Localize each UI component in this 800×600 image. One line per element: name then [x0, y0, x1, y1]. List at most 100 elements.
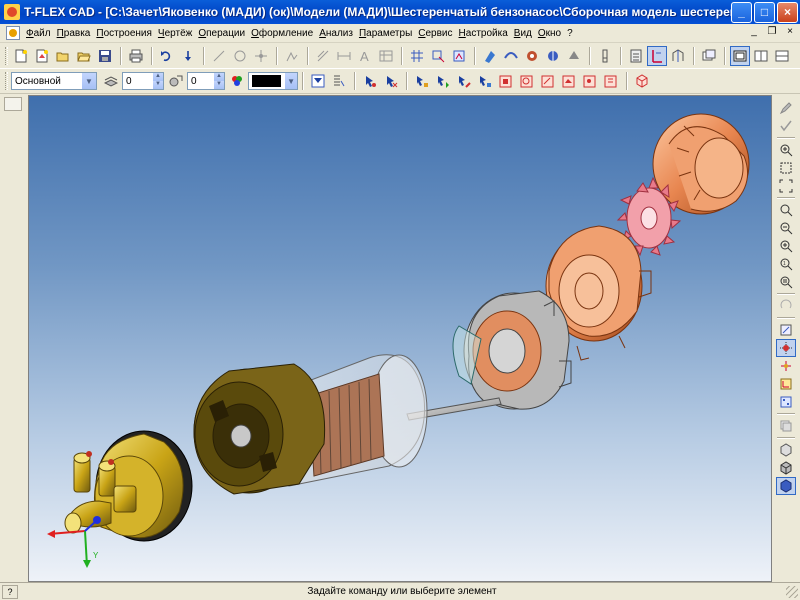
menu-parameters[interactable]: Параметры: [356, 28, 415, 39]
zoom-window-icon[interactable]: [776, 159, 796, 177]
zoom-out-icon[interactable]: [776, 201, 796, 219]
menu-edit[interactable]: Правка: [54, 28, 94, 39]
rotate-icon[interactable]: [522, 46, 542, 66]
select-operation-icon[interactable]: [601, 71, 621, 91]
view-icon[interactable]: [449, 46, 469, 66]
select-face-icon[interactable]: [475, 71, 495, 91]
status-help-button[interactable]: ?: [2, 584, 18, 599]
snap-icon[interactable]: [776, 339, 796, 357]
pipe-icon[interactable]: [501, 46, 521, 66]
window-icon[interactable]: [699, 46, 719, 66]
list-filter-icon[interactable]: [329, 71, 349, 91]
select-3d-icon[interactable]: [433, 71, 453, 91]
render-icon[interactable]: [776, 321, 796, 339]
toolbar-grip[interactable]: [5, 72, 8, 90]
shade-icon[interactable]: [776, 477, 796, 495]
menu-operations[interactable]: Операции: [195, 28, 248, 39]
deselect-icon[interactable]: [381, 71, 401, 91]
level-spinner[interactable]: ▲ ▼: [152, 73, 163, 89]
hole-icon[interactable]: [480, 46, 500, 66]
level-input[interactable]: 0 ▲ ▼: [122, 72, 164, 90]
tile-icon[interactable]: [751, 46, 771, 66]
select-2d-icon[interactable]: [412, 71, 432, 91]
extrude-icon[interactable]: [543, 46, 563, 66]
select-plane-icon[interactable]: [559, 71, 579, 91]
redo-icon[interactable]: [178, 46, 198, 66]
select-sketch-icon[interactable]: [580, 71, 600, 91]
chevron-down-icon[interactable]: ▼: [81, 73, 96, 89]
save-icon[interactable]: [95, 46, 115, 66]
menu-drawing[interactable]: Чертёж: [155, 28, 195, 39]
cascade-icon[interactable]: [772, 46, 792, 66]
coordinate-icon[interactable]: [776, 357, 796, 375]
check-icon[interactable]: [776, 117, 796, 135]
print-icon[interactable]: [126, 46, 146, 66]
select-body-icon[interactable]: [496, 71, 516, 91]
menu-window[interactable]: Окно: [535, 28, 564, 39]
undo-icon[interactable]: [157, 46, 177, 66]
light-icon[interactable]: [776, 441, 796, 459]
fillet-icon[interactable]: [595, 46, 615, 66]
menu-service[interactable]: Сервис: [415, 28, 455, 39]
grid-icon[interactable]: [407, 46, 427, 66]
zoom-fit-icon[interactable]: [776, 273, 796, 291]
calculator-icon[interactable]: [626, 46, 646, 66]
menu-construct[interactable]: Построения: [93, 28, 155, 39]
exploded-assembly-model[interactable]: Y: [29, 96, 772, 582]
zoom-prev-icon[interactable]: [776, 219, 796, 237]
menu-file[interactable]: Файл: [23, 28, 54, 39]
text-icon[interactable]: A: [355, 46, 375, 66]
mdi-restore-button[interactable]: ❐: [764, 25, 780, 39]
new-3d-icon[interactable]: [32, 46, 52, 66]
window-active-icon[interactable]: [730, 46, 750, 66]
open-icon[interactable]: [53, 46, 73, 66]
motor-end-cap-part[interactable]: [193, 363, 326, 495]
zoom-in-icon[interactable]: [776, 141, 796, 159]
zoom-real-icon[interactable]: 1: [776, 255, 796, 273]
app-logo-icon[interactable]: [4, 4, 20, 20]
mdi-close-button[interactable]: ×: [782, 25, 798, 39]
panel-toggle-button[interactable]: [4, 97, 22, 111]
dimension-icon[interactable]: [334, 46, 354, 66]
measure-icon[interactable]: [647, 46, 667, 66]
document-icon[interactable]: [6, 26, 20, 40]
select-edge-icon[interactable]: [454, 71, 474, 91]
menu-settings[interactable]: Настройка: [456, 28, 511, 39]
new-file-icon[interactable]: [11, 46, 31, 66]
revolve-icon[interactable]: [564, 46, 584, 66]
layer-select[interactable]: Основной ▼: [11, 72, 97, 90]
model-icon[interactable]: [668, 46, 688, 66]
pencil-icon[interactable]: [776, 99, 796, 117]
select-vertex-icon[interactable]: [517, 71, 537, 91]
filter-icon[interactable]: [308, 71, 328, 91]
3d-viewport[interactable]: Y: [28, 95, 772, 582]
table-icon[interactable]: [376, 46, 396, 66]
hatch-icon[interactable]: [313, 46, 333, 66]
chevron-down-icon[interactable]: ▼: [284, 73, 297, 89]
rotate-view-icon[interactable]: [776, 297, 796, 315]
menu-view[interactable]: Вид: [511, 28, 535, 39]
menu-help[interactable]: ?: [564, 28, 576, 39]
fit-all-icon[interactable]: [776, 177, 796, 195]
menu-format[interactable]: Оформление: [248, 28, 316, 39]
minimize-button[interactable]: _: [731, 1, 752, 23]
circle-icon[interactable]: [230, 46, 250, 66]
open-folder-icon[interactable]: [74, 46, 94, 66]
select-star-icon[interactable]: [360, 71, 380, 91]
line-icon[interactable]: [209, 46, 229, 66]
sketch-icon[interactable]: [282, 46, 302, 66]
resize-grip-icon[interactable]: [786, 585, 798, 598]
color-select[interactable]: ▼: [248, 72, 298, 90]
connector-base-part[interactable]: [64, 430, 193, 542]
maximize-button[interactable]: □: [754, 1, 775, 23]
toolbar-grip[interactable]: [5, 47, 8, 65]
mdi-minimize-button[interactable]: _: [746, 25, 762, 39]
bearing-housing-part[interactable]: [452, 290, 572, 410]
material-icon[interactable]: [776, 459, 796, 477]
select-cube-icon[interactable]: [632, 71, 652, 91]
node-icon[interactable]: [251, 46, 271, 66]
priority-input[interactable]: 0 ▲ ▼: [187, 72, 225, 90]
pump-cover-part[interactable]: [652, 113, 750, 215]
zoom-next-icon[interactable]: [776, 237, 796, 255]
layers-icon[interactable]: [776, 417, 796, 435]
